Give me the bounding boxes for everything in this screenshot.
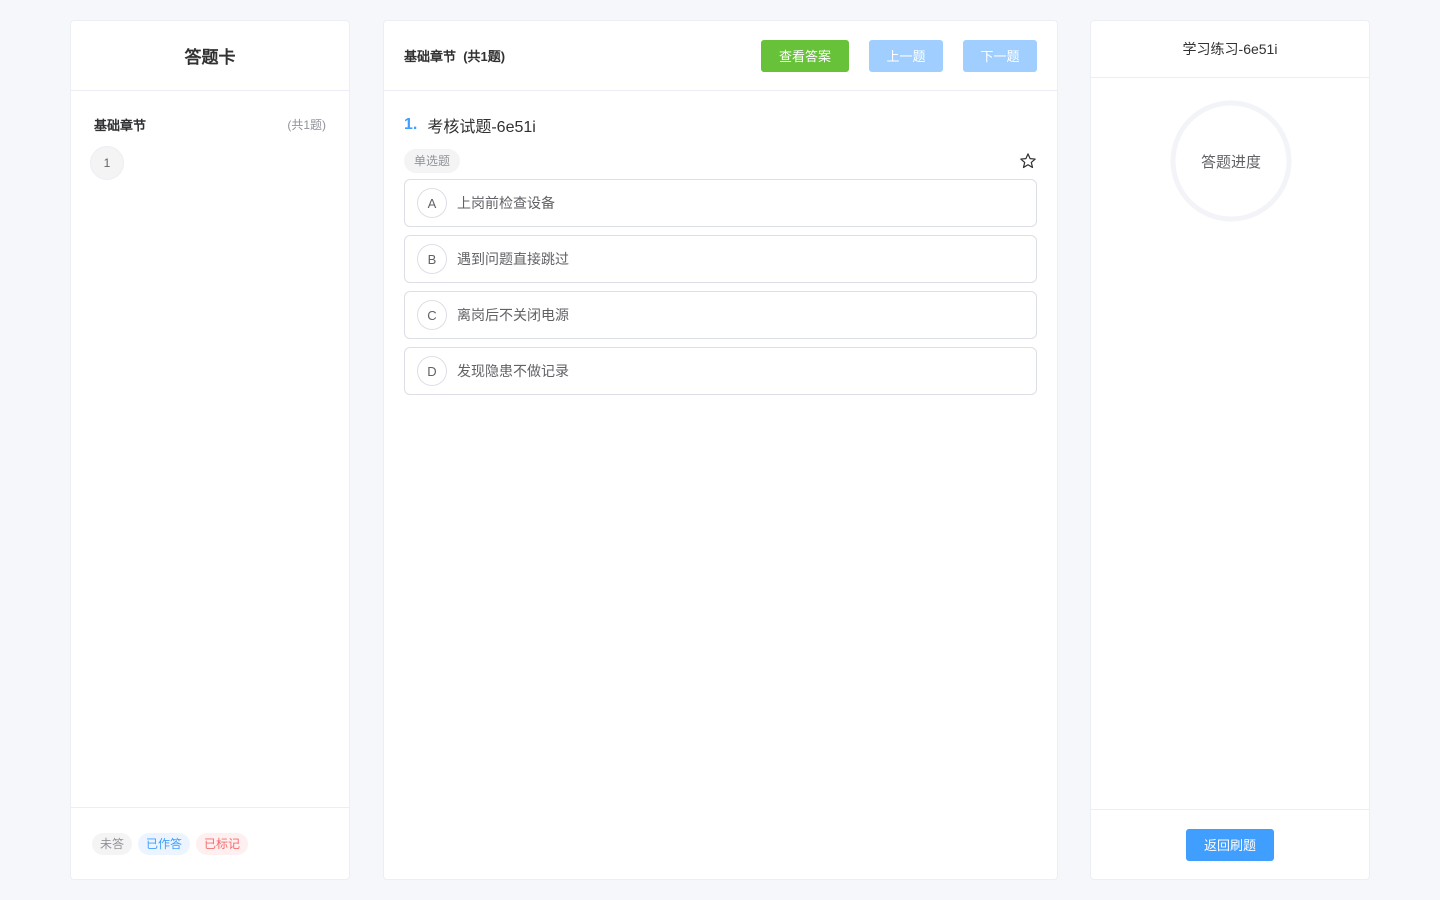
question-panel-header: 基础章节 (共1题) 查看答案 上一题 下一题 [384,21,1057,91]
question-number-button[interactable]: 1 [90,146,124,180]
option-text: 发现隐患不做记录 [457,363,569,379]
chapter-name: 基础章节 [94,118,147,133]
question-number-list: 1 [71,134,349,180]
option-text: 遇到问题直接跳过 [457,251,569,267]
option-d[interactable]: D 发现隐患不做记录 [404,347,1037,395]
option-a[interactable]: A 上岗前检查设备 [404,179,1037,227]
legend-unanswered: 未答 [92,832,133,855]
legend-marked: 已标记 [196,832,249,855]
answer-card-panel: 答题卡 基础章节 (共1题) 1 未答 已作答 已标记 [70,20,350,880]
view-answer-button[interactable]: 查看答案 [761,39,849,72]
question-title-row: 1. 考核试题-6e51i [384,91,1057,137]
back-to-practice-button[interactable]: 返回刷题 [1186,828,1274,861]
option-b[interactable]: B 遇到问题直接跳过 [404,235,1037,283]
option-letter: C [417,300,447,330]
next-question-button[interactable]: 下一题 [963,39,1037,72]
progress-label: 答题进度 [1200,153,1261,171]
option-letter: B [417,244,447,274]
question-title: 考核试题-6e51i [427,119,536,136]
option-letter: D [417,356,447,386]
practice-title: 学习练习-6e51i [1091,21,1369,78]
progress-footer: 返回刷题 [1091,809,1369,879]
question-type-row: 单选题 [384,137,1057,173]
option-c[interactable]: C 离岗后不关闭电源 [404,291,1037,339]
option-text: 离岗后不关闭电源 [457,307,569,323]
legend-answered: 已作答 [138,832,191,855]
progress-panel: 学习练习-6e51i 答题进度 返回刷题 [1090,20,1370,880]
question-type-tag: 单选题 [404,149,461,173]
star-icon[interactable] [1019,152,1037,170]
legend-bar: 未答 已作答 已标记 [71,807,349,879]
progress-ring: 答题进度 [1169,99,1293,223]
prev-question-button[interactable]: 上一题 [869,39,943,72]
chapter-row: 基础章节 (共1题) [71,91,349,134]
option-letter: A [417,188,447,218]
question-index: 1. [404,116,418,133]
section-title: 基础章节 (共1题) [404,49,506,64]
answer-card-title: 答题卡 [71,21,349,91]
chapter-count: (共1题) [287,118,326,132]
option-text: 上岗前检查设备 [457,195,555,211]
option-list: A 上岗前检查设备 B 遇到问题直接跳过 C 离岗后不关闭电源 D 发现隐患不做… [384,173,1057,395]
question-panel: 基础章节 (共1题) 查看答案 上一题 下一题 1. 考核试题-6e51i 单选… [383,20,1058,880]
